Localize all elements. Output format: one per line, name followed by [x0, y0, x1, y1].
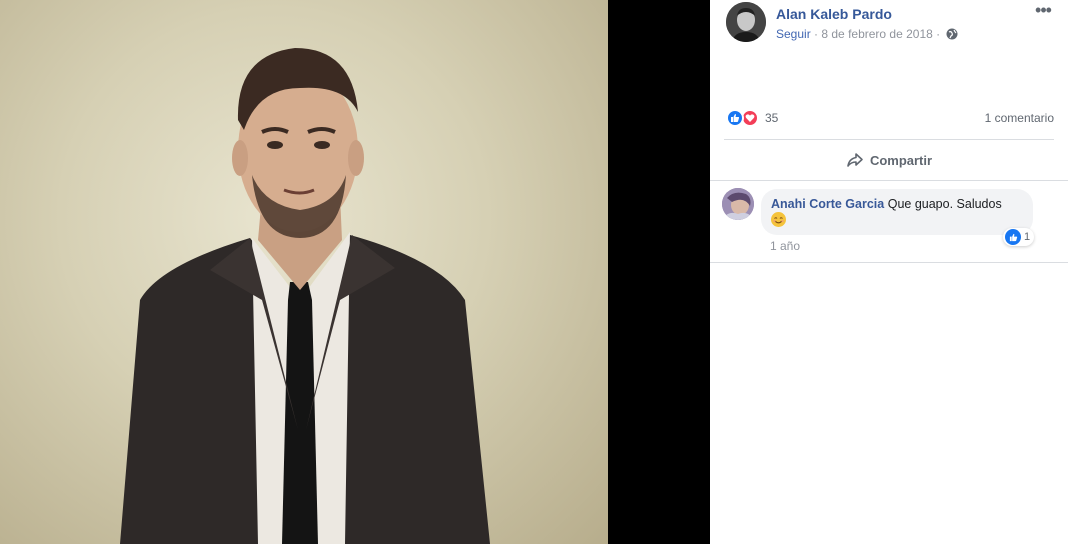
comment-reaction-count: 1	[1024, 231, 1031, 243]
portrait-illustration	[120, 48, 490, 544]
photo-letterbox	[608, 0, 710, 544]
divider	[724, 139, 1054, 140]
comment-timestamp[interactable]: 1 año	[770, 239, 800, 253]
author-name-link[interactable]: Alan Kaleb Pardo	[776, 6, 892, 22]
comment-bubble: Anahi Corte Garcia Que guapo. Saludos	[761, 189, 1033, 235]
globe-icon	[946, 28, 958, 43]
commenter-name-link[interactable]: Anahi Corte Garcia	[771, 197, 884, 211]
reaction-count: 35	[765, 111, 779, 125]
divider	[710, 180, 1068, 181]
meta-separator-2: ·	[936, 27, 941, 41]
reactions-summary[interactable]: 35	[726, 109, 778, 127]
comment-count-link[interactable]: 1 comentario	[985, 111, 1054, 125]
like-icon	[726, 109, 744, 127]
commenter-avatar[interactable]	[722, 188, 754, 220]
share-label: Compartir	[869, 152, 933, 168]
comment-text: Que guapo. Saludos	[887, 197, 1002, 211]
smiling-face-icon	[771, 212, 786, 227]
post-date[interactable]: 8 de febrero de 2018	[821, 27, 932, 41]
share-icon	[847, 153, 863, 167]
more-options-icon[interactable]: •••	[1032, 1, 1054, 20]
follow-link[interactable]: Seguir	[776, 27, 811, 41]
divider	[710, 262, 1068, 263]
post-meta: Seguir · 8 de febrero de 2018 ·	[776, 27, 958, 43]
meta-separator: ·	[814, 27, 819, 41]
share-button[interactable]: Compartir	[710, 146, 1068, 174]
post-photo[interactable]	[0, 0, 608, 544]
author-avatar[interactable]	[726, 2, 766, 42]
comment-reaction-badge[interactable]: 1	[1003, 228, 1035, 246]
post-side-panel: Alan Kaleb Pardo Seguir · 8 de febrero d…	[710, 0, 1068, 544]
like-icon	[1005, 229, 1021, 245]
